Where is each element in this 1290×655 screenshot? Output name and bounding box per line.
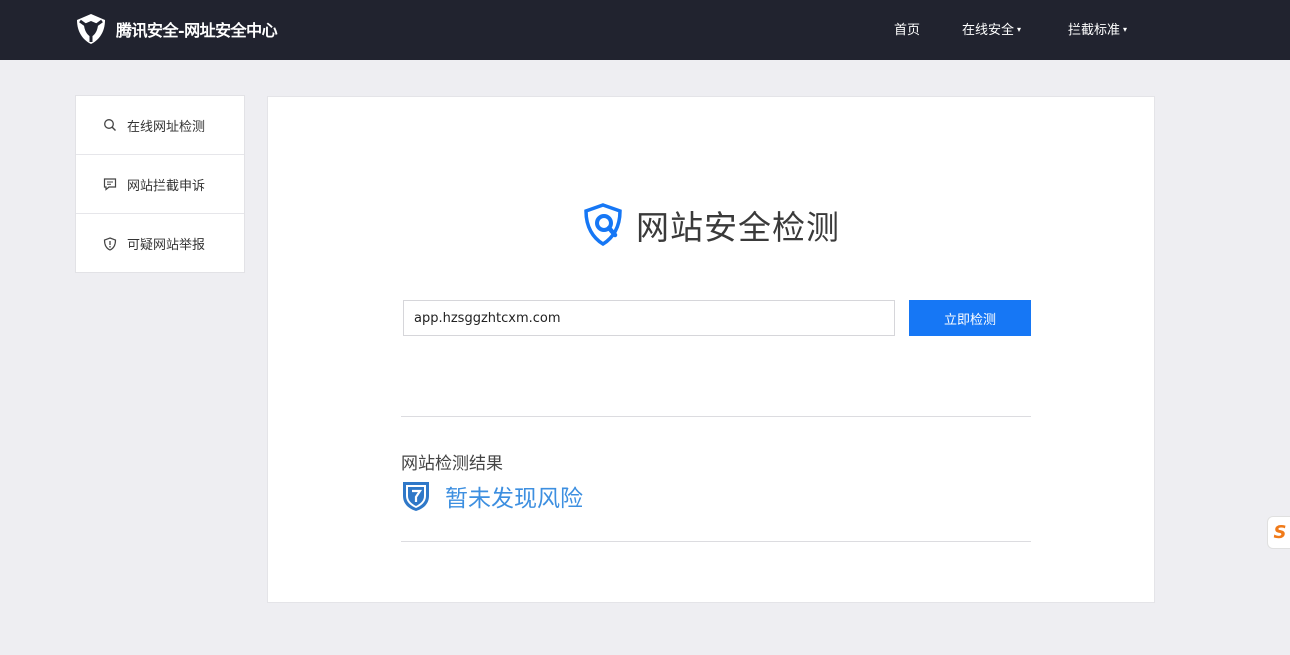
chat-bubble-icon xyxy=(103,178,117,191)
result-title: 网站检测结果 xyxy=(401,454,503,474)
sidebar-item-appeal[interactable]: 网站拦截申诉 xyxy=(76,155,244,214)
url-input[interactable] xyxy=(403,300,895,336)
search-icon xyxy=(104,119,116,131)
sidebar-item-label: 可疑网站举报 xyxy=(127,238,206,253)
sidebar-item-label: 在线网址检测 xyxy=(127,119,206,135)
nav-home-label: 首页 xyxy=(894,23,921,38)
sogou-glyph: S xyxy=(1273,522,1287,543)
divider xyxy=(401,541,1031,542)
sidebar-item-url-check[interactable]: 在线网址检测 xyxy=(76,96,244,155)
sidebar-item-label: 网站拦截申诉 xyxy=(127,178,206,194)
nav-home[interactable]: 首页 xyxy=(894,19,920,38)
main-panel: 网站安全检测 立即检测 网站检测结果 暂未发现风险 xyxy=(267,96,1155,603)
nav-block-standards[interactable]: 拦截标准 ▾ xyxy=(1068,19,1127,38)
brand[interactable]: 腾讯安全-网址安全中心 xyxy=(74,12,278,46)
shield-safe-icon xyxy=(403,482,429,511)
shield-search-icon xyxy=(584,203,622,247)
nav-online-security[interactable]: 在线安全 ▾ xyxy=(962,19,1021,38)
chevron-down-icon: ▾ xyxy=(1017,25,1022,34)
sogou-input-icon[interactable]: S xyxy=(1267,516,1290,549)
sidebar: 在线网址检测 网站拦截申诉 可疑网站举报 xyxy=(75,95,245,273)
tencent-security-logo-icon xyxy=(77,14,105,44)
brand-title: 腾讯安全-网址安全中心 xyxy=(116,21,278,40)
result-status: 暂未发现风险 xyxy=(401,479,583,513)
nav-online-security-label: 在线安全 xyxy=(962,23,1015,38)
hero: 网站安全检测 xyxy=(582,201,840,249)
page-title: 网站安全检测 xyxy=(636,208,840,247)
divider xyxy=(401,416,1031,417)
sidebar-item-report[interactable]: 可疑网站举报 xyxy=(76,214,244,273)
result-status-text: 暂未发现风险 xyxy=(445,486,583,512)
nav-block-standards-label: 拦截标准 xyxy=(1068,23,1121,38)
chevron-down-icon: ▾ xyxy=(1123,25,1128,34)
check-now-button[interactable]: 立即检测 xyxy=(909,300,1031,336)
shield-alert-icon xyxy=(103,236,117,251)
top-nav-bar: 腾讯安全-网址安全中心 首页 在线安全 ▾ 拦截标准 ▾ xyxy=(0,0,1290,60)
